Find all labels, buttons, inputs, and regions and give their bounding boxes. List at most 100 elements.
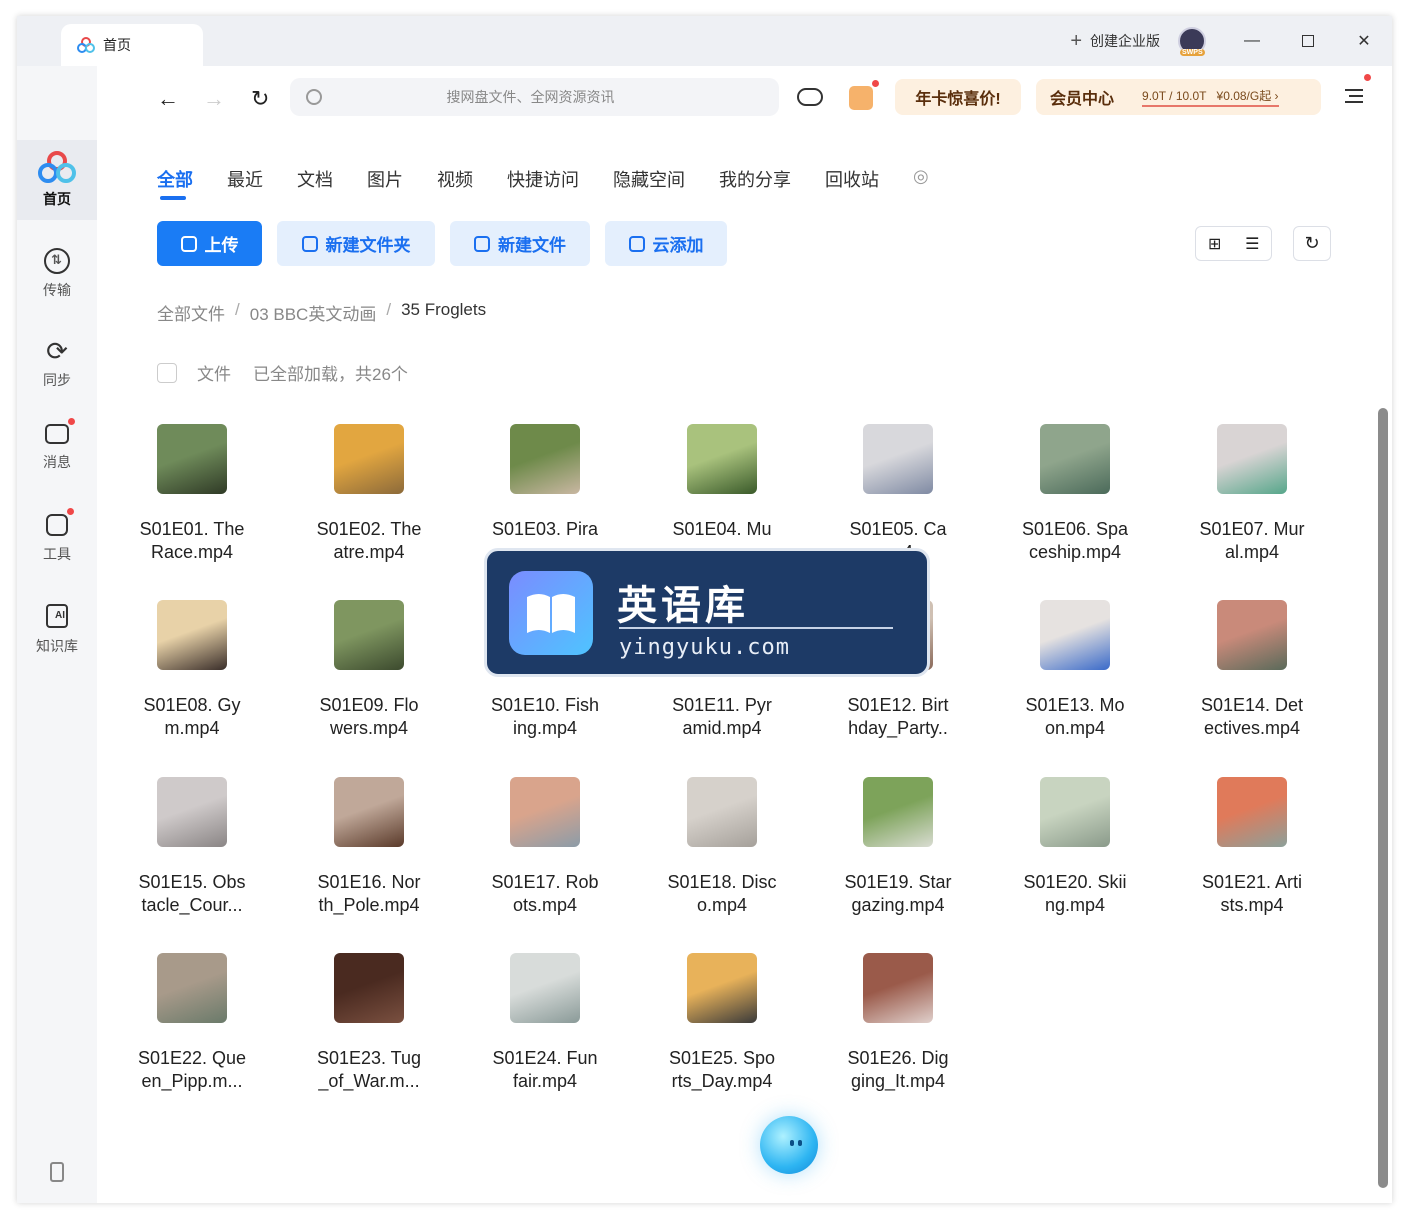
tab-home[interactable]: 首页 <box>61 24 203 66</box>
back-button[interactable]: ← <box>157 86 179 112</box>
file-item[interactable]: S01E18. Disc o.mp4 <box>664 777 780 917</box>
file-name: S01E24. Fun fair.mp4 <box>487 1047 603 1093</box>
file-item[interactable]: S01E02. The atre.mp4 <box>311 424 427 564</box>
file-item[interactable]: S01E05. Canp4 <box>840 424 956 564</box>
file-item[interactable]: S01E15. Obs tacle_Cour... <box>134 777 250 917</box>
file-name: S01E04. Mu <box>664 518 780 541</box>
new-file-icon <box>474 235 490 252</box>
minimize-button[interactable]: — <box>1224 16 1280 66</box>
grid-view-icon[interactable]: ⊞ <box>1196 234 1234 254</box>
scrollbar[interactable] <box>1378 408 1388 1188</box>
sidebar-item-knowledge[interactable]: AI 知识库 <box>17 604 97 656</box>
file-item[interactable]: S01E23. Tug _of_War.m... <box>311 953 427 1093</box>
file-item[interactable]: S01E04. Mu <box>664 424 780 541</box>
file-item[interactable]: S01E14. Det ectives.mp4 <box>1194 600 1310 740</box>
file-name-line1: S01E05. Ca <box>849 519 947 539</box>
mobile-icon[interactable] <box>50 1162 64 1182</box>
new-folder-button[interactable]: 新建文件夹 <box>277 221 435 266</box>
video-thumbnail <box>334 600 404 670</box>
refresh-list-button[interactable]: ↻ <box>1293 226 1331 261</box>
member-center-button[interactable]: 会员中心 9.0T / 10.0T ¥0.08/G起 › <box>1036 79 1321 115</box>
toolbox-icon <box>46 508 74 536</box>
file-item[interactable]: S01E01. The Race.mp4 <box>134 424 250 564</box>
tab-documents[interactable]: 文档 <box>297 166 333 192</box>
maximize-button[interactable] <box>1280 16 1336 66</box>
video-thumbnail <box>1217 424 1287 494</box>
list-view-icon[interactable]: ☰ <box>1234 234 1272 254</box>
gift-bag-icon[interactable] <box>849 80 879 110</box>
file-item[interactable]: S01E22. Que en_Pipp.m... <box>134 953 250 1093</box>
tab-videos[interactable]: 视频 <box>437 166 473 192</box>
tab-images[interactable]: 图片 <box>367 166 403 192</box>
sidebar-item-message[interactable]: 消息 <box>17 418 97 472</box>
video-thumbnail <box>687 777 757 847</box>
file-item[interactable]: S01E17. Rob ots.mp4 <box>487 777 603 917</box>
refresh-button[interactable]: ↻ <box>251 86 269 112</box>
search-input[interactable]: 搜网盘文件、全网资源资讯 <box>322 87 739 107</box>
breadcrumb-parent[interactable]: 03 BBC英文动画 <box>250 300 377 325</box>
annual-promo-button[interactable]: 年卡惊喜价! <box>895 79 1021 115</box>
file-name: S01E01. The Race.mp4 <box>134 518 250 564</box>
select-all-checkbox[interactable] <box>157 362 177 383</box>
file-item[interactable]: S01E16. Nor th_Pole.mp4 <box>311 777 427 917</box>
file-item[interactable]: S01E26. Dig ging_It.mp4 <box>840 953 956 1093</box>
menu-button[interactable] <box>1345 74 1371 104</box>
file-item[interactable]: S01E24. Fun fair.mp4 <box>487 953 603 1093</box>
ai-assistant-button[interactable] <box>760 1116 818 1174</box>
file-name-line2: o.mp4 <box>696 895 748 915</box>
game-controller-icon[interactable] <box>797 88 823 106</box>
breadcrumb-root[interactable]: 全部文件 <box>157 300 225 325</box>
plus-icon: + <box>1070 29 1082 52</box>
file-item[interactable]: S01E08. Gy m.mp4 <box>134 600 250 740</box>
tab-recent[interactable]: 最近 <box>227 166 263 192</box>
search-bar[interactable]: 搜网盘文件、全网资源资讯 <box>290 78 779 116</box>
tab-recycle-bin[interactable]: 回收站 <box>825 166 879 192</box>
upload-label: 上传 <box>204 236 239 255</box>
file-item[interactable]: S01E06. Spa ceship.mp4 <box>1017 424 1133 564</box>
file-item[interactable]: S01E09. Flo wers.mp4 <box>311 600 427 740</box>
file-name: S01E18. Disc o.mp4 <box>664 871 780 917</box>
create-enterprise-button[interactable]: + 创建企业版 <box>1070 30 1160 53</box>
sidebar-item-home[interactable]: 首页 <box>17 140 97 220</box>
sidebar-item-transfer[interactable]: ⇅ 传输 <box>17 248 97 300</box>
tab-quick-access[interactable]: 快捷访问 <box>507 166 579 192</box>
file-name: S01E07. Mur al.mp4 <box>1194 518 1310 564</box>
avatar[interactable]: SWPS <box>1178 27 1206 56</box>
breadcrumb-separator: / <box>235 300 240 319</box>
tab-hidden-space[interactable]: 隐藏空间 <box>613 166 685 192</box>
file-name-line2: on.mp4 <box>1044 718 1106 738</box>
file-item[interactable]: S01E21. Arti sts.mp4 <box>1194 777 1310 917</box>
sidebar-item-tools[interactable]: 工具 <box>17 508 97 564</box>
file-item[interactable]: S01E07. Mur al.mp4 <box>1194 424 1310 564</box>
upload-button[interactable]: 上传 <box>157 221 262 266</box>
refresh-icon: ↻ <box>251 86 270 111</box>
sidebar-item-sync[interactable]: ⟳ 同步 <box>17 338 97 390</box>
tab-settings-icon[interactable]: ◎ <box>913 166 929 192</box>
forward-button[interactable]: → <box>203 86 225 112</box>
sidebar-item-label: 消息 <box>43 454 71 470</box>
file-name-line2: en_Pipp.m... <box>141 1071 243 1091</box>
file-name-line2: Race.mp4 <box>150 542 234 562</box>
file-name-line2: atre.mp4 <box>333 542 405 562</box>
file-item[interactable]: S01E25. Spo rts_Day.mp4 <box>664 953 780 1093</box>
file-name-line1: S01E15. Obs <box>138 872 246 892</box>
file-item[interactable]: S01E03. Pira <box>487 424 603 541</box>
file-name-line2: _of_War.m... <box>318 1071 420 1091</box>
file-item[interactable]: S01E13. Mo on.mp4 <box>1017 600 1133 740</box>
file-name-line1: S01E25. Spo <box>668 1048 776 1068</box>
file-name-line2: rts_Day.mp4 <box>671 1071 773 1091</box>
file-name: S01E21. Arti sts.mp4 <box>1194 871 1310 917</box>
file-name-line2: th_Pole.mp4 <box>318 895 420 915</box>
create-enterprise-label: 创建企业版 <box>1090 33 1160 49</box>
close-button[interactable]: ✕ <box>1336 16 1392 66</box>
tab-my-shares[interactable]: 我的分享 <box>719 166 791 192</box>
member-center-label: 会员中心 <box>1050 91 1115 108</box>
file-item[interactable]: S01E19. Star gazing.mp4 <box>840 777 956 917</box>
file-item[interactable]: S01E20. Skii ng.mp4 <box>1017 777 1133 917</box>
price-value: ¥0.08/G起 <box>1216 89 1272 103</box>
cloud-add-button[interactable]: 云添加 <box>605 221 727 266</box>
tab-all[interactable]: 全部 <box>157 166 193 200</box>
new-file-button[interactable]: 新建文件 <box>450 221 590 266</box>
file-name-line1: S01E10. Fish <box>490 695 600 715</box>
new-folder-label: 新建文件夹 <box>325 236 411 255</box>
